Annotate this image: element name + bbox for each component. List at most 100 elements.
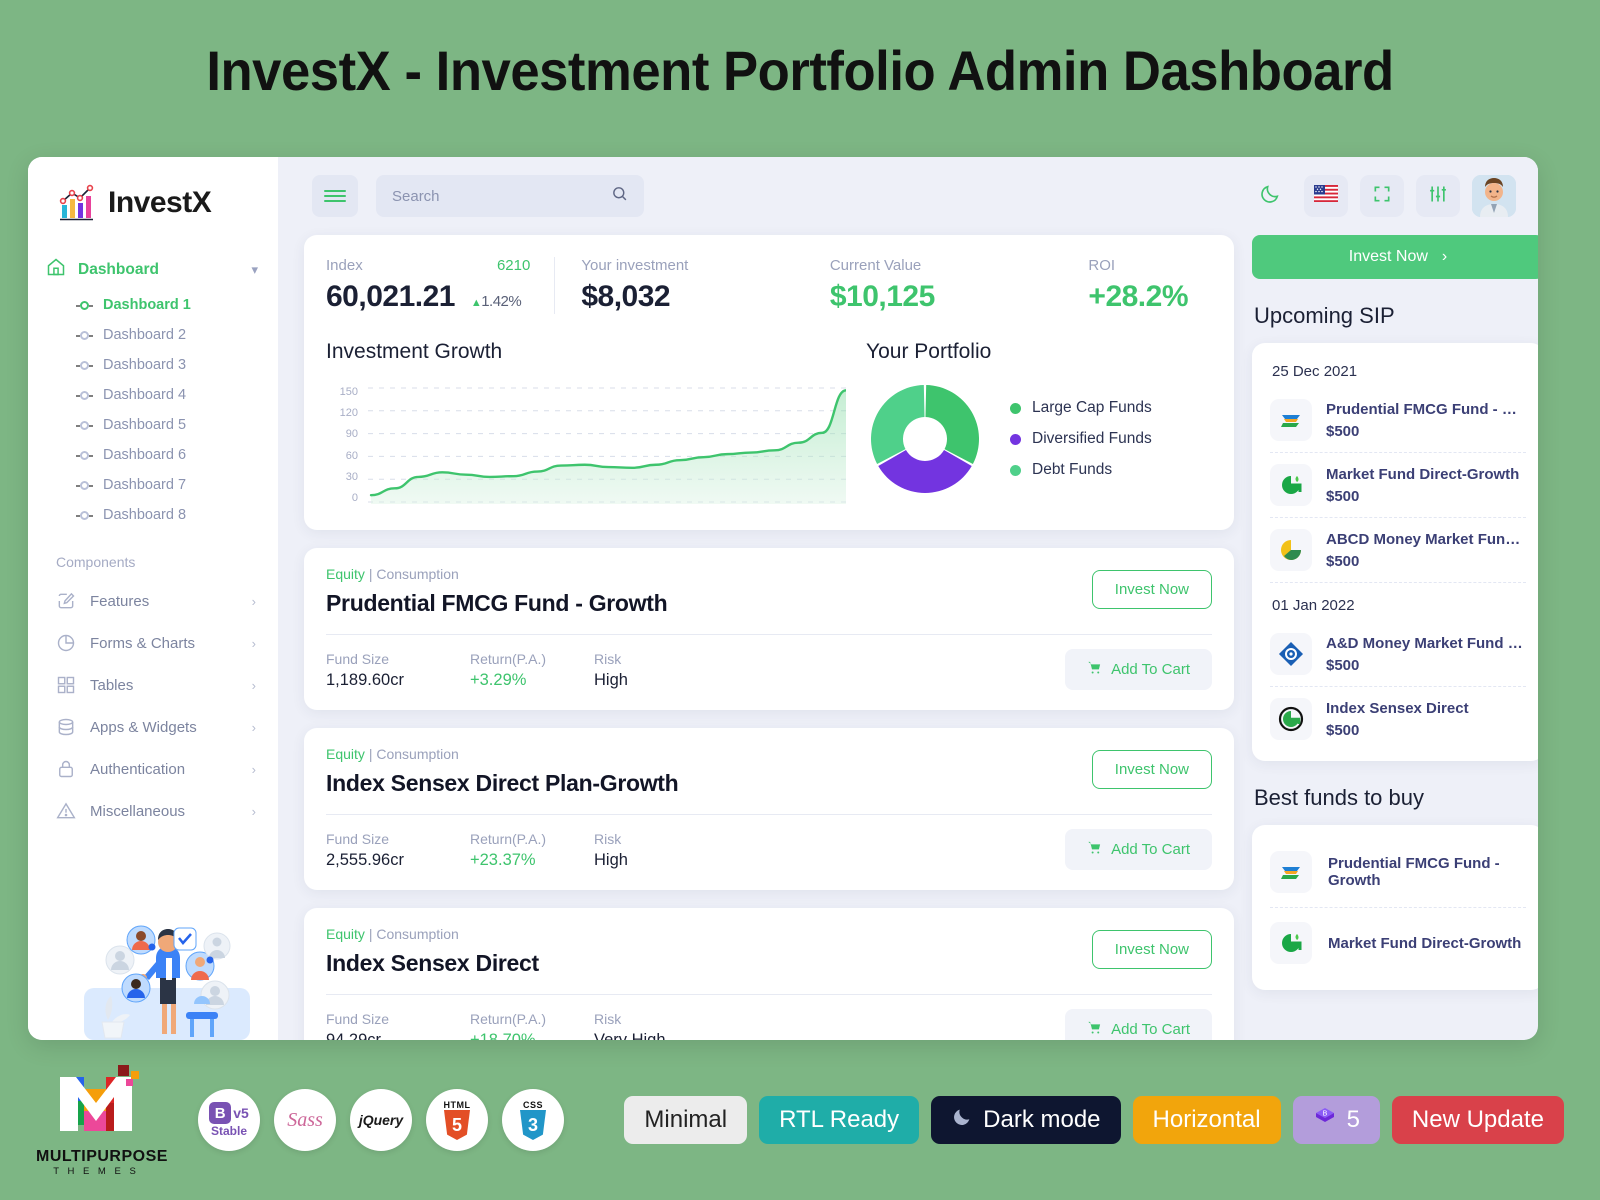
donut-wrap: Large Cap Funds Diversified Funds Debt F… (866, 380, 1212, 498)
sidebar-item-label: Apps & Widgets (90, 718, 197, 736)
settings-panel[interactable] (1416, 175, 1460, 217)
stat-delta: ▲1.42% (470, 293, 522, 310)
invest-now-button[interactable]: Invest Now (1091, 930, 1212, 969)
user-avatar[interactable] (1472, 175, 1516, 217)
y-tick: 30 (345, 470, 358, 483)
cart-icon (1087, 840, 1102, 859)
stats-row: Index 6210 60,021.21 ▲1.42% Your investm… (326, 257, 1212, 314)
investment-growth-chart: Investment Growth 150 120 90 60 30 0 (326, 340, 846, 504)
legend-label: Debt Funds (1032, 461, 1113, 478)
sidebar-item-dashboard-6[interactable]: Dashboard 6 (28, 440, 278, 470)
dark-mode-toggle[interactable] (1248, 175, 1292, 217)
chevron-right-icon: › (251, 719, 256, 735)
grid-icon (56, 675, 76, 695)
html5-label: HTML (443, 1100, 471, 1110)
invest-now-button[interactable]: Invest Now (1091, 570, 1212, 609)
topbar-actions (1248, 175, 1516, 217)
sidebar-item-dashboard-1[interactable]: Dashboard 1 (28, 290, 278, 320)
fund-tag-secondary: Consumption (376, 746, 459, 762)
legend-label: Large Cap Funds (1032, 399, 1152, 416)
pill-new-update[interactable]: New Update (1391, 1096, 1564, 1144)
brand[interactable]: InvestX (28, 157, 278, 223)
divider (326, 814, 1212, 815)
fund-metric-fund-size: Fund Size 1,189.60cr (326, 651, 426, 690)
sidebar: InvestX Dashboard ▾ Dashboard 1 Dashboar… (28, 157, 278, 1040)
cart-icon (1087, 1020, 1102, 1039)
moon-icon (1259, 183, 1281, 210)
sidebar-item-apps-widgets[interactable]: Apps & Widgets › (28, 706, 278, 748)
logo-subtitle: T H E M E S (53, 1166, 139, 1177)
sensex-fund-logo-icon (1270, 698, 1312, 740)
bullet-icon (76, 420, 93, 430)
sidebar-item-dashboard-5[interactable]: Dashboard 5 (28, 410, 278, 440)
invest-now-primary-button[interactable]: Invest Now › (1252, 235, 1538, 279)
metric-label: Return(P.A.) (470, 1011, 546, 1027)
app-window: InvestX Dashboard ▾ Dashboard 1 Dashboar… (28, 157, 1538, 1040)
sidebar-item-label: Dashboard 3 (103, 357, 187, 373)
best-fund-item[interactable]: Market Fund Direct-Growth (1270, 907, 1526, 978)
sidebar-item-dashboard-4[interactable]: Dashboard 4 (28, 380, 278, 410)
fullscreen-toggle[interactable] (1360, 175, 1404, 217)
area-chart-svg (368, 387, 846, 504)
metric-label: Risk (594, 651, 622, 667)
sidebar-item-dashboard-3[interactable]: Dashboard 3 (28, 350, 278, 380)
fund-tag-separator: | (368, 746, 373, 762)
stat-value: $8,032 (581, 280, 671, 313)
fund-metric-risk: Risk Very High (594, 1011, 666, 1040)
metric-label: Fund Size (326, 831, 390, 847)
bullet-icon (76, 450, 93, 460)
sidebar-item-label: Dashboard 2 (103, 327, 187, 343)
sidebar-item-tables[interactable]: Tables › (28, 664, 278, 706)
pill-minimal[interactable]: Minimal (624, 1096, 748, 1144)
sip-list-item[interactable]: Prudential FMCG Fund - Growt... $500 (1270, 388, 1526, 452)
avatar-icon (1472, 175, 1516, 217)
jquery-badge: jQuery (350, 1089, 412, 1151)
jquery-label: jQuery (358, 1112, 404, 1128)
sass-badge: Sass (274, 1089, 336, 1151)
fund-metric-return: Return(P.A.) +23.37% (470, 831, 550, 870)
stat-current-value: Current Value $10,125 (830, 257, 1089, 314)
sidebar-item-authentication[interactable]: Authentication › (28, 748, 278, 790)
sidebar-item-label: Forms & Charts (90, 634, 196, 652)
invest-now-button[interactable]: Invest Now (1091, 750, 1212, 789)
metric-value: +23.37% (470, 851, 536, 869)
sidebar-item-dashboard-7[interactable]: Dashboard 7 (28, 470, 278, 500)
search-box[interactable] (376, 175, 644, 217)
best-fund-name: Market Fund Direct-Growth (1328, 934, 1522, 952)
sidebar-item-miscellaneous[interactable]: Miscellaneous › (28, 790, 278, 832)
chart-title: Investment Growth (326, 340, 503, 363)
sip-list-item[interactable]: A&D Money Market Fund Dir... $500 (1270, 622, 1526, 686)
add-to-cart-button[interactable]: Add To Cart (1065, 1009, 1212, 1040)
sip-list-item[interactable]: ABCD Money Market Fund Dir... $500 (1270, 517, 1526, 582)
sidebar-item-forms-charts[interactable]: Forms & Charts › (28, 622, 278, 664)
legend-item: Debt Funds (1010, 461, 1152, 479)
chevron-right-icon: › (251, 635, 256, 651)
best-fund-item[interactable]: Prudential FMCG Fund - Growth (1270, 837, 1526, 907)
add-to-cart-button[interactable]: Add To Cart (1065, 649, 1212, 690)
pill-bootstrap-5[interactable]: B 5 (1292, 1096, 1380, 1144)
divider (326, 994, 1212, 995)
sip-list-item[interactable]: Market Fund Direct-Growth $500 (1270, 452, 1526, 517)
pill-horizontal[interactable]: Horizontal (1132, 1096, 1281, 1144)
pill-label: Minimal (644, 1106, 728, 1133)
pill-rtl-ready[interactable]: RTL Ready (759, 1096, 920, 1144)
search-input[interactable] (392, 187, 611, 205)
pie-chart-icon (56, 633, 76, 653)
pill-dark-mode[interactable]: Dark mode (931, 1096, 1121, 1144)
sidebar-item-dashboard[interactable]: Dashboard ▾ (28, 249, 278, 290)
sip-list-item[interactable]: Index Sensex Direct $500 (1270, 686, 1526, 751)
fmcg-fund-logo-icon (1270, 399, 1312, 441)
stat-value: $10,125 (829, 280, 935, 313)
sidebar-item-label: Tables (90, 676, 134, 694)
fund-tags: Equity | Consumption (326, 746, 678, 762)
hamburger-icon[interactable] (312, 175, 358, 217)
legend-item: Large Cap Funds (1010, 399, 1152, 417)
search-icon[interactable] (611, 185, 628, 207)
language-selector[interactable] (1304, 175, 1348, 217)
add-to-cart-button[interactable]: Add To Cart (1065, 829, 1212, 870)
sidebar-item-dashboard-8[interactable]: Dashboard 8 (28, 500, 278, 530)
sidebar-item-features[interactable]: Features › (28, 580, 278, 622)
chevron-right-icon: › (1441, 248, 1448, 265)
sidebar-item-dashboard-2[interactable]: Dashboard 2 (28, 320, 278, 350)
stat-sub: 6210 (496, 257, 531, 274)
